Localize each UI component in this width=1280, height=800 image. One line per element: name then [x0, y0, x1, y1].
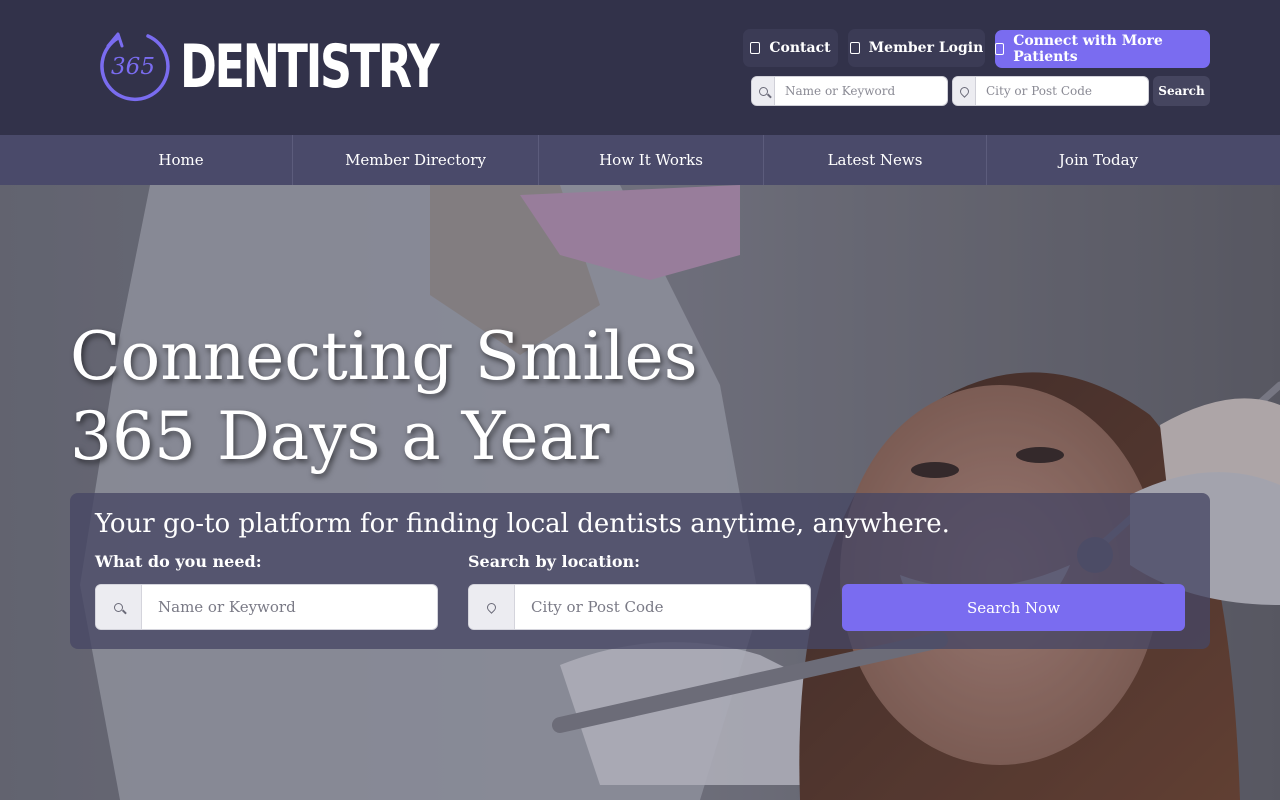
hero-keyword-field — [95, 584, 438, 630]
nav-item-join-today[interactable]: Join Today — [987, 135, 1210, 185]
header-keyword-input[interactable] — [775, 77, 947, 105]
user-plus-icon — [995, 43, 1005, 55]
contact-button-label: Contact — [769, 40, 831, 56]
header-location-addon — [953, 77, 976, 105]
site-header: 365 DENTISTRY Contact Member Login Conne… — [0, 0, 1280, 135]
main-nav: Home Member Directory How It Works Lates… — [0, 135, 1280, 185]
header-keyword-addon — [752, 77, 775, 105]
envelope-icon — [750, 42, 761, 54]
search-icon — [114, 602, 123, 612]
location-label: Search by location: — [468, 552, 641, 571]
header-location-input[interactable] — [976, 77, 1148, 105]
header-location-search — [952, 76, 1149, 106]
header-keyword-search — [751, 76, 948, 106]
hero-search-panel: Your go-to platform for finding local de… — [70, 493, 1210, 649]
hero-section: Connecting Smiles 365 Days a Year Your g… — [0, 185, 1280, 800]
contact-button[interactable]: Contact — [743, 29, 838, 67]
hero-location-addon — [469, 585, 515, 629]
hero-location-field — [468, 584, 811, 630]
search-now-button[interactable]: Search Now — [842, 584, 1185, 631]
logo-number: 365 — [111, 54, 155, 80]
header-search-button[interactable]: Search — [1153, 76, 1210, 106]
map-pin-icon — [957, 84, 971, 98]
hero-location-input[interactable] — [515, 585, 810, 629]
nav-item-member-directory[interactable]: Member Directory — [293, 135, 539, 185]
user-icon — [849, 42, 860, 54]
member-login-button[interactable]: Member Login — [848, 29, 985, 67]
map-pin-icon — [485, 600, 498, 614]
hero-title: Connecting Smiles 365 Days a Year — [70, 318, 698, 475]
nav-item-how-it-works[interactable]: How It Works — [539, 135, 764, 185]
search-icon — [758, 86, 768, 96]
member-login-label: Member Login — [868, 40, 984, 56]
connect-patients-button[interactable]: Connect with More Patients — [995, 30, 1210, 68]
logo-wordmark: DENTISTRY — [180, 32, 440, 102]
site-logo[interactable]: 365 DENTISTRY — [94, 28, 440, 108]
hero-subtitle: Your go-to platform for finding local de… — [95, 509, 950, 539]
hero-keyword-addon — [96, 585, 142, 629]
logo-365-circle-icon: 365 — [100, 32, 170, 102]
nav-item-home[interactable]: Home — [70, 135, 293, 185]
hero-keyword-input[interactable] — [142, 585, 437, 629]
connect-patients-label: Connect with More Patients — [1013, 33, 1163, 65]
nav-item-latest-news[interactable]: Latest News — [764, 135, 987, 185]
need-label: What do you need: — [95, 552, 262, 571]
